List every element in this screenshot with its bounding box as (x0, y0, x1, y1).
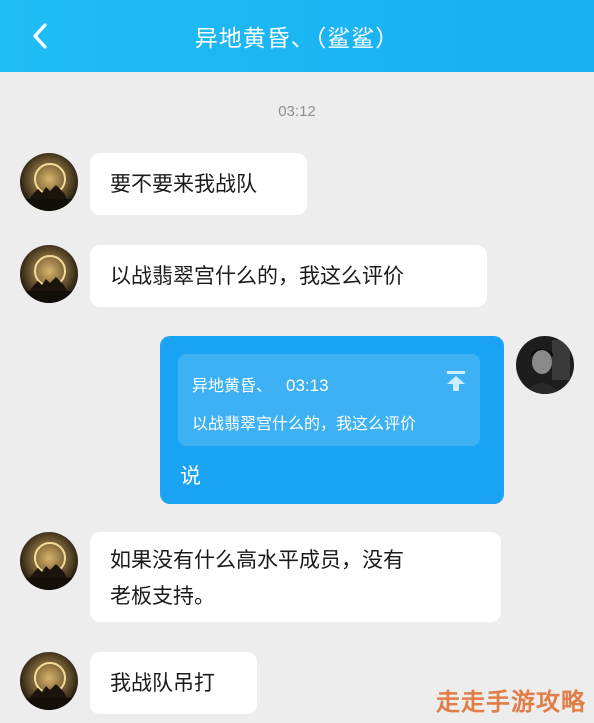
camel-sunset-avatar-icon (20, 532, 78, 590)
message-text: 我战队吊打 (110, 671, 215, 695)
quote-author: 异地黄昏、 (192, 376, 273, 395)
quote-header: 异地黄昏、 03:13 (192, 372, 329, 396)
chevron-left-icon (33, 23, 47, 49)
watermark: 走走手游攻略 (436, 688, 586, 716)
my-avatar[interactable] (516, 336, 574, 394)
message-text-line: 如果没有什么高水平成员，没有 (110, 548, 404, 572)
chat-header: 异地黄昏、（鲨鲨） (0, 0, 594, 72)
quote-text: 以战翡翠宫什么的，我这么评价 (192, 414, 417, 433)
message-timestamp: 03:12 (278, 103, 316, 120)
portrait-avatar-icon (516, 336, 574, 394)
camel-sunset-avatar-icon (20, 153, 78, 211)
jump-to-top-icon[interactable] (446, 370, 466, 392)
camel-sunset-avatar-icon (20, 652, 78, 710)
quoted-message[interactable]: 异地黄昏、 03:13 以战翡翠宫什么的，我这么评价 (178, 354, 480, 446)
message-text-line: 老板支持。 (110, 584, 215, 608)
back-button[interactable] (22, 18, 58, 54)
message-bubble[interactable]: 要不要来我战队 (90, 153, 307, 215)
camel-sunset-avatar-icon (20, 245, 78, 303)
chat-title: 异地黄昏、（鲨鲨） (194, 26, 400, 52)
message-bubble[interactable]: 我战队吊打 (90, 652, 257, 714)
outgoing-message-bubble[interactable]: 异地黄昏、 03:13 以战翡翠宫什么的，我这么评价 说 (160, 336, 504, 504)
message-text: 以战翡翠宫什么的，我这么评价 (110, 264, 404, 288)
avatar[interactable] (20, 532, 78, 590)
quote-time: 03:13 (286, 376, 329, 395)
avatar[interactable] (20, 153, 78, 211)
message-bubble[interactable]: 以战翡翠宫什么的，我这么评价 (90, 245, 487, 307)
message-text: 说 (180, 464, 201, 488)
avatar[interactable] (20, 245, 78, 303)
message-bubble[interactable]: 如果没有什么高水平成员，没有 老板支持。 (90, 532, 501, 622)
message-text: 要不要来我战队 (110, 172, 257, 196)
avatar[interactable] (20, 652, 78, 710)
